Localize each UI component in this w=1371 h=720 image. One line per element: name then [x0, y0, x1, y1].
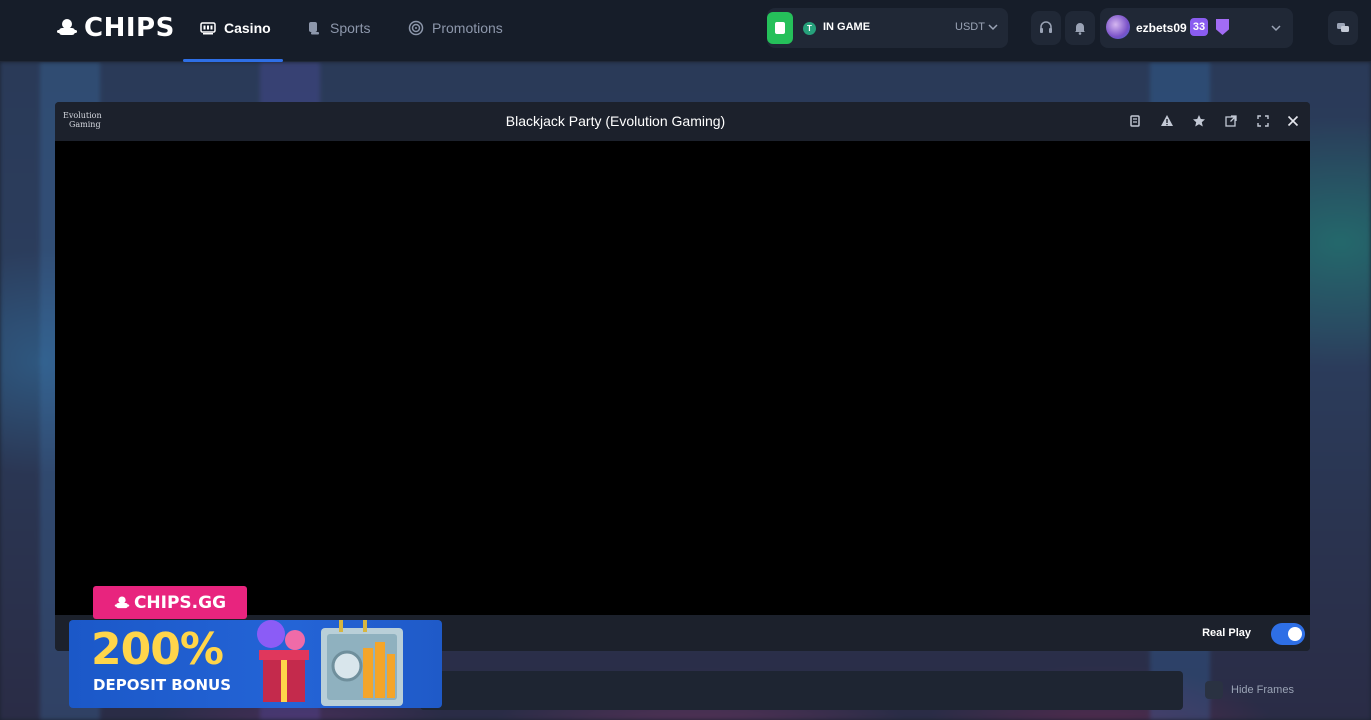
headset-icon — [1040, 21, 1052, 33]
wallet-icon — [775, 22, 785, 34]
nav-casino-label: Casino — [224, 20, 271, 36]
game-title: Blackjack Party (Evolution Gaming) — [505, 113, 726, 129]
stats-icon[interactable] — [1127, 113, 1143, 129]
brand-logo[interactable]: CHIPS — [56, 12, 175, 44]
nav-sports[interactable]: Sports — [306, 16, 370, 40]
game-modal: Evolution Gaming Blackjack Party (Evolut… — [55, 102, 1310, 651]
user-menu[interactable]: ezbets09 33 — [1100, 8, 1293, 48]
wallet-button[interactable] — [767, 12, 793, 44]
chevron-down-icon — [1271, 25, 1281, 32]
currency-label: USDT — [955, 21, 985, 33]
chat-icon — [1337, 23, 1349, 32]
promotions-icon — [408, 20, 424, 36]
hide-frames-label: Hide Frames — [1231, 684, 1294, 696]
nav-promotions[interactable]: Promotions — [408, 16, 503, 40]
bell-icon — [1075, 23, 1085, 35]
warning-icon[interactable] — [1159, 113, 1175, 129]
sports-icon — [309, 22, 319, 35]
wallet-box[interactable]: T IN GAME USDT — [767, 8, 1008, 48]
external-link-icon[interactable] — [1223, 113, 1239, 129]
real-play-label: Real Play — [1202, 627, 1251, 639]
real-play-toggle[interactable] — [1271, 623, 1305, 645]
promo-tag: CHIPS.GG — [93, 586, 247, 619]
game-modal-header: Evolution Gaming Blackjack Party (Evolut… — [55, 102, 1310, 141]
currency-select[interactable]: USDT — [955, 21, 998, 33]
promo-subtitle: DEPOSIT BONUS — [93, 676, 232, 694]
nav-promotions-label: Promotions — [432, 20, 503, 36]
username: ezbets09 — [1136, 21, 1187, 35]
promo-percent: 200% — [91, 624, 224, 675]
hide-frames-control[interactable]: Hide Frames — [1205, 681, 1294, 699]
casino-icon — [200, 22, 216, 35]
nav-casino[interactable]: Casino — [200, 16, 271, 40]
promo-body: 200% DEPOSIT BONUS — [69, 620, 442, 708]
level-badge: 33 — [1190, 18, 1208, 36]
vip-shield-icon — [1216, 19, 1229, 35]
avatar — [1106, 15, 1130, 39]
star-icon[interactable] — [1191, 113, 1207, 129]
gift-safe-illustration — [257, 620, 403, 706]
nav-sports-label: Sports — [330, 20, 371, 36]
brand-name: CHIPS — [84, 13, 175, 43]
game-iframe-area[interactable] — [55, 141, 1310, 615]
top-header: CHIPS Casino Sports Promotions T IN GAME… — [0, 0, 1371, 62]
support-button[interactable] — [1031, 11, 1061, 45]
notifications-button[interactable] — [1065, 11, 1095, 45]
close-icon[interactable] — [1285, 113, 1301, 129]
chips-logo-icon — [114, 595, 130, 608]
promo-tag-text: CHIPS.GG — [133, 592, 227, 613]
toggle-knob — [1288, 627, 1302, 641]
fullscreen-icon[interactable] — [1255, 113, 1271, 129]
hide-frames-checkbox[interactable] — [1205, 681, 1223, 699]
game-info-bar — [420, 671, 1183, 710]
wallet-status: IN GAME — [823, 21, 871, 33]
tether-icon: T — [803, 22, 816, 35]
chevron-down-icon — [988, 24, 998, 31]
deposit-bonus-banner[interactable]: 200% DEPOSIT BONUS CHIPS.GG — [69, 586, 442, 708]
chips-logo-icon — [57, 19, 77, 35]
chat-button[interactable] — [1328, 11, 1358, 45]
active-nav-indicator — [183, 59, 283, 62]
